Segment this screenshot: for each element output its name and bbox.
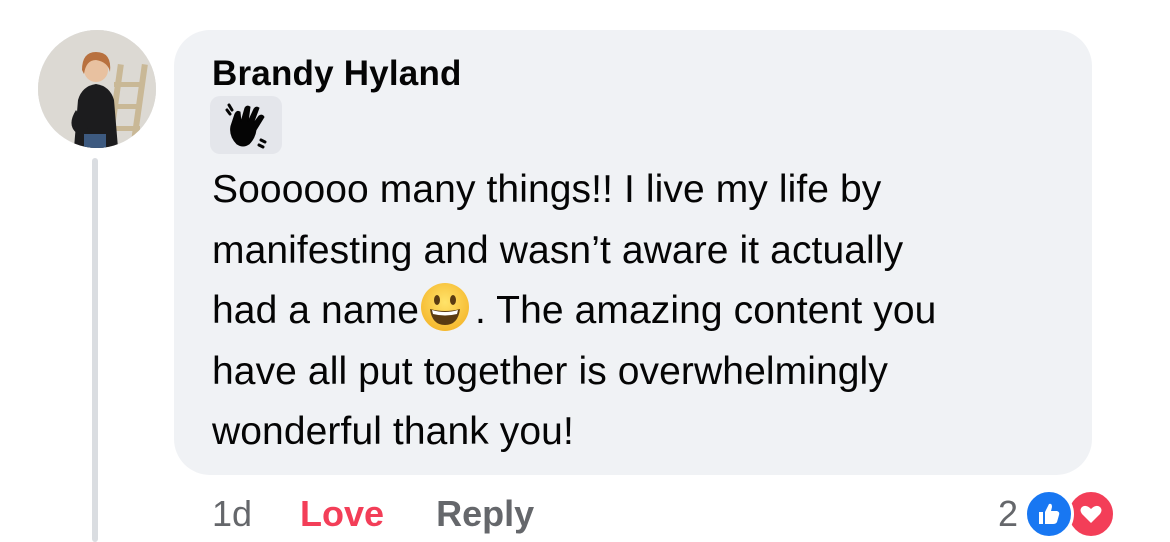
comment-text-fragment: had a name (212, 289, 419, 332)
comment-text-line: had a name . The amazing content you (212, 281, 1072, 342)
comment-author-name[interactable]: Brandy Hyland (212, 54, 462, 94)
comment-timestamp[interactable]: 1d (212, 493, 252, 535)
avatar[interactable] (38, 30, 156, 148)
comment-text-line: have all put together is overwhelmingly (212, 349, 888, 393)
reply-button[interactable]: Reply (436, 493, 534, 535)
thread-connector-line (92, 158, 98, 542)
grinning-face-emoji-icon (421, 283, 469, 331)
comment-text: Soooooo many things!! I live my life by … (212, 160, 1072, 463)
love-reaction-button[interactable]: Love (300, 493, 384, 535)
reaction-count: 2 (998, 493, 1019, 534)
comment-thread: Brandy Hyland Soooooo many things!! I li… (0, 0, 1170, 542)
comment-text-line: wonderful thank you! (212, 410, 574, 453)
comment-actions: 1d Love Reply (212, 490, 534, 538)
waving-hand-badge[interactable] (210, 96, 282, 154)
waving-hand-icon (225, 103, 267, 149)
like-icon (1024, 489, 1075, 539)
reaction-summary[interactable]: 2 (998, 486, 1117, 542)
comment-text-fragment: . The amazing content you (475, 289, 937, 332)
comment-text-line: manifesting and wasn’t aware it actually (212, 228, 904, 272)
comment-text-line: Soooooo many things!! I live my life by (212, 168, 882, 211)
